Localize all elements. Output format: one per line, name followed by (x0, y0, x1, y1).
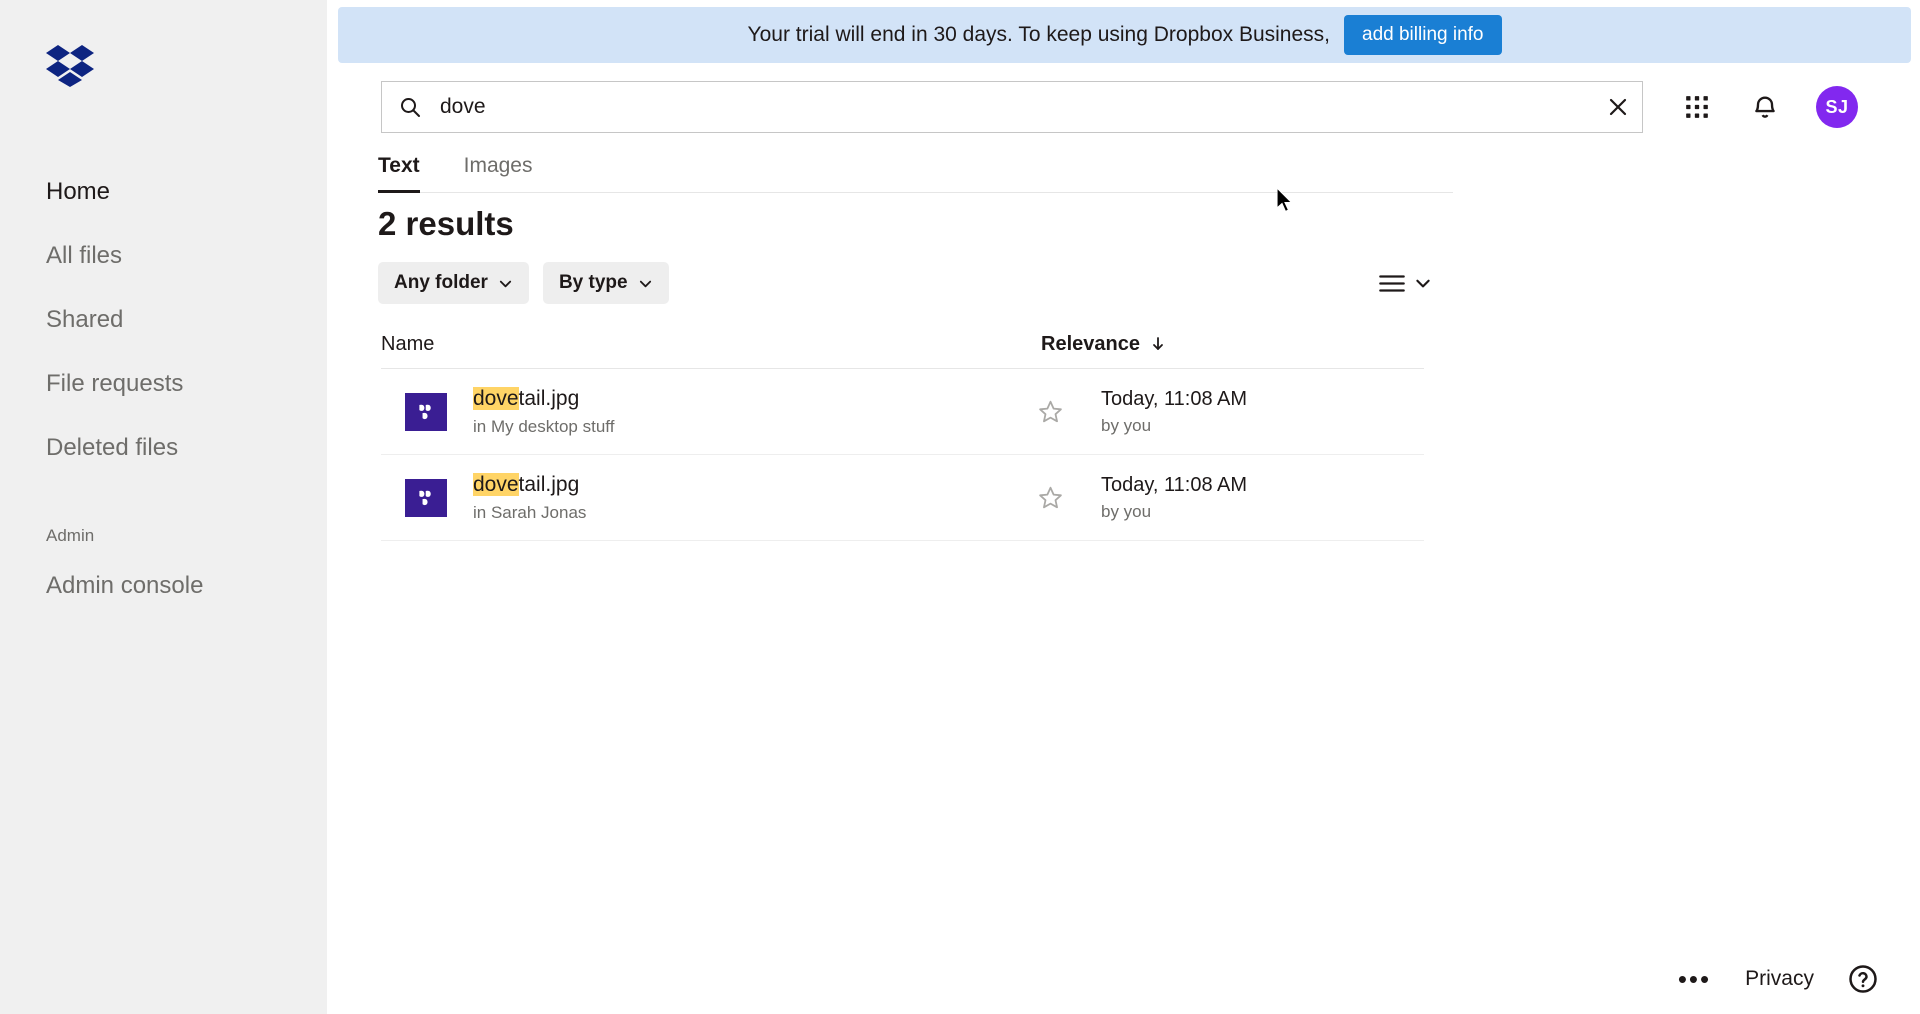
chevron-down-icon (1416, 279, 1430, 288)
clear-search-icon[interactable] (1594, 82, 1642, 132)
file-location: in My desktop stuff (473, 416, 615, 436)
file-author: by you (1101, 502, 1152, 521)
question-circle-icon[interactable] (1848, 964, 1878, 994)
file-name-highlight: dove (473, 387, 519, 411)
filter-by-type-label: By type (558, 272, 628, 293)
search-result-tabs: Text Images (378, 142, 1453, 193)
view-options-button[interactable] (1378, 262, 1432, 304)
column-header-relevance-label: Relevance (1041, 332, 1140, 355)
trial-banner-message: Your trial will end in 30 days. To keep … (747, 23, 1331, 46)
sidebar-nav: Home All files Shared File requests Dele… (0, 160, 327, 618)
file-name-highlight: dove (473, 473, 519, 497)
results-count-heading: 2 results (378, 205, 514, 242)
trial-banner: Your trial will end in 30 days. To keep … (338, 7, 1911, 63)
tab-text[interactable]: Text (378, 154, 420, 193)
file-modified-date: Today, 11:08 AM (1101, 388, 1248, 410)
more-options-icon[interactable]: ••• (1678, 966, 1711, 992)
sidebar-item-deleted-files[interactable]: Deleted files (0, 416, 327, 480)
header-actions: SJ (1680, 81, 1858, 133)
filter-by-type[interactable]: By type (542, 262, 669, 304)
table-row[interactable]: dovetail.jpg in My desktop stuff Today, … (381, 369, 1424, 455)
filter-any-folder[interactable]: Any folder (378, 262, 529, 304)
file-name-rest: tail.jpg (518, 387, 580, 411)
file-thumbnail (405, 478, 447, 517)
search-icon (398, 95, 422, 119)
chevron-down-icon (499, 280, 512, 287)
footer: ••• Privacy (1678, 964, 1878, 994)
add-billing-info-button[interactable]: add billing info (1344, 15, 1502, 55)
column-header-name[interactable]: Name (381, 333, 1041, 356)
list-view-icon (1379, 274, 1405, 292)
file-meta: Today, 11:08 AM by you (1101, 387, 1247, 436)
bell-icon[interactable] (1748, 90, 1782, 124)
table-header-row: Name Relevance (381, 320, 1424, 369)
file-name: dovetail.jpg (473, 386, 1033, 412)
sidebar-item-all-files[interactable]: All files (0, 224, 327, 288)
file-info: dovetail.jpg in My desktop stuff (473, 386, 1033, 436)
avatar[interactable]: SJ (1816, 86, 1858, 128)
chevron-down-icon (639, 280, 651, 287)
column-header-relevance[interactable]: Relevance (1041, 333, 1166, 356)
file-modified-date: Today, 11:08 AM (1101, 474, 1248, 496)
tab-images[interactable]: Images (464, 154, 533, 193)
file-thumbnail (405, 392, 447, 431)
search-results-table: Name Relevance dovetail.jpg in My deskto… (381, 320, 1424, 541)
file-author: by you (1101, 416, 1152, 435)
file-meta: Today, 11:08 AM by you (1101, 473, 1247, 522)
grid-apps-icon[interactable] (1680, 90, 1714, 124)
file-name-rest: tail.jpg (518, 473, 580, 497)
search-input[interactable] (438, 94, 1594, 120)
filter-bar: Any folder By type (378, 262, 669, 304)
sidebar: Home All files Shared File requests Dele… (0, 0, 327, 1014)
file-name: dovetail.jpg (473, 472, 1033, 498)
sidebar-section-admin: Admin (46, 526, 95, 545)
file-info: dovetail.jpg in Sarah Jonas (473, 472, 1033, 522)
file-location: in Sarah Jonas (473, 502, 587, 522)
sidebar-item-file-requests[interactable]: File requests (0, 352, 327, 416)
sidebar-item-admin-console[interactable]: Admin console (0, 554, 327, 618)
sidebar-item-shared[interactable]: Shared (0, 288, 327, 352)
sidebar-item-home[interactable]: Home (0, 160, 327, 224)
star-icon[interactable] (1033, 399, 1067, 424)
privacy-link[interactable]: Privacy (1745, 967, 1814, 991)
arrow-down-icon (1153, 337, 1163, 350)
search-bar[interactable] (381, 81, 1643, 133)
table-row[interactable]: dovetail.jpg in Sarah Jonas Today, 11:08… (381, 455, 1424, 541)
star-icon[interactable] (1033, 485, 1067, 510)
filter-any-folder-label: Any folder (394, 272, 488, 293)
dropbox-logo[interactable] (46, 45, 94, 87)
